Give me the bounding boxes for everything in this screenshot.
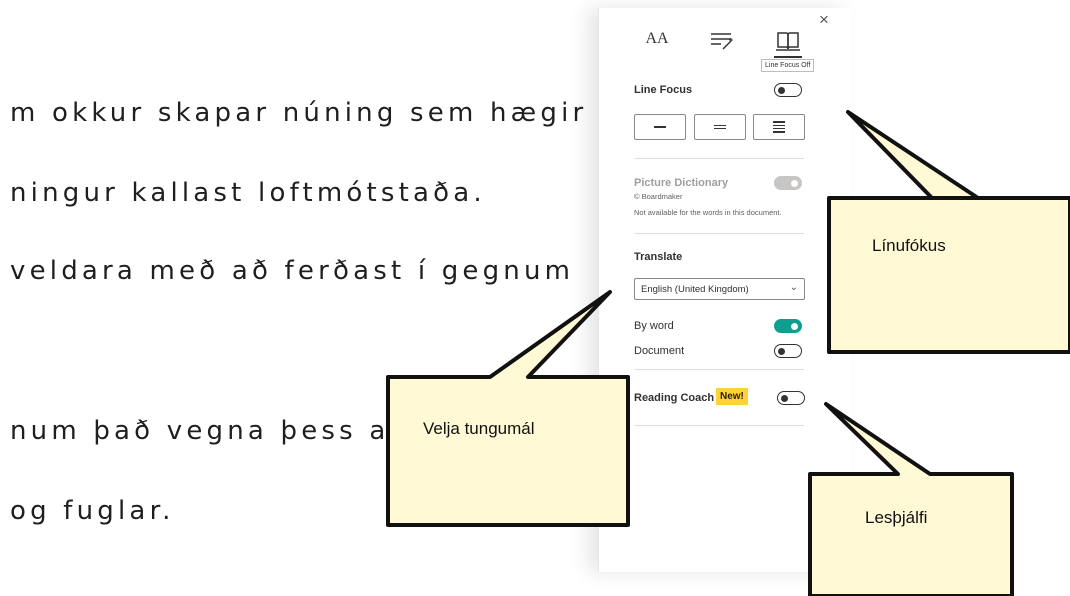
callout-line-focus [827, 110, 1070, 354]
callout-language [386, 290, 630, 527]
callout-reading-coach [808, 402, 1014, 596]
callout-line-focus-text: Línufókus [872, 236, 946, 255]
callout-reading-coach-text: Lesþjálfi [865, 508, 928, 527]
callout-language-text: Velja tungumál [423, 419, 535, 438]
annotation-callouts [386, 110, 1070, 596]
